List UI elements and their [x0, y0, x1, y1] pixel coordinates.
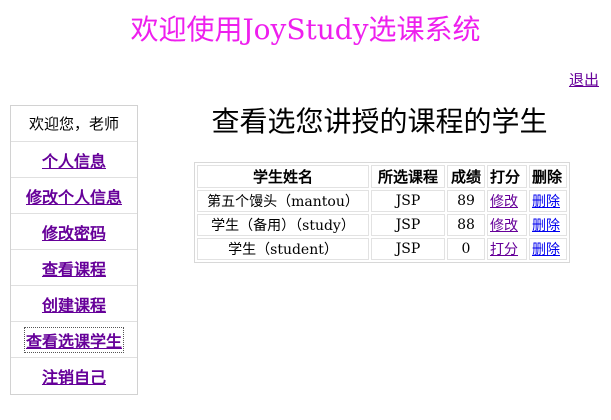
student-course: JSP [371, 214, 445, 236]
table-header-row: 学生姓名 所选课程 成绩 打分 删除 [197, 165, 567, 188]
sidebar-item-deregister: 注销自己 [11, 358, 137, 394]
sidebar: 欢迎您，老师 个人信息 修改个人信息 修改密码 查看课程 创建课程 查看选课学生… [10, 105, 138, 395]
column-header-name: 学生姓名 [197, 165, 369, 188]
sidebar-item-profile: 个人信息 [11, 142, 137, 178]
sidebar-item-edit-profile: 修改个人信息 [11, 178, 137, 214]
sidebar-item-change-password: 修改密码 [11, 214, 137, 250]
delete-cell: 删除 [529, 190, 567, 212]
sidebar-item-create-course: 创建课程 [11, 286, 137, 322]
sidebar-link-change-password[interactable]: 修改密码 [42, 220, 106, 244]
delete-cell: 删除 [529, 214, 567, 236]
column-header-score: 成绩 [447, 165, 485, 188]
student-name: 第五个馒头（mantou） [197, 190, 369, 212]
welcome-text: 欢迎您，老师 [28, 115, 119, 133]
table-row: 学生（student） JSP 0 打分 删除 [197, 238, 567, 260]
grade-cell: 修改 [487, 214, 527, 236]
student-score: 0 [447, 238, 485, 260]
sidebar-link-view-students[interactable]: 查看选课学生 [23, 326, 124, 353]
student-score: 88 [447, 214, 485, 236]
sidebar-welcome: 欢迎您，老师 [11, 106, 137, 142]
logout-link[interactable]: 退出 [569, 70, 599, 90]
column-header-delete: 删除 [529, 165, 567, 188]
student-name: 学生（备用）（study） [197, 214, 369, 236]
sidebar-link-view-courses[interactable]: 查看课程 [42, 256, 106, 280]
sidebar-link-profile[interactable]: 个人信息 [42, 148, 106, 172]
student-course: JSP [371, 238, 445, 260]
sidebar-link-deregister[interactable]: 注销自己 [42, 364, 106, 388]
page-title: 查看选您讲授的课程的学生 [211, 105, 548, 138]
grade-link[interactable]: 修改 [490, 194, 518, 210]
sidebar-link-edit-profile[interactable]: 修改个人信息 [26, 184, 122, 208]
sidebar-link-create-course[interactable]: 创建课程 [42, 292, 106, 316]
grade-link[interactable]: 修改 [490, 218, 518, 234]
student-name: 学生（student） [197, 238, 369, 260]
students-table: 学生姓名 所选课程 成绩 打分 删除 第五个馒头（mantou） JSP 89 … [194, 162, 570, 263]
student-course: JSP [371, 190, 445, 212]
site-title: 欢迎使用JoyStudy选课系统 [130, 13, 481, 46]
grade-cell: 修改 [487, 190, 527, 212]
student-score: 89 [447, 190, 485, 212]
table-row: 学生（备用）（study） JSP 88 修改 删除 [197, 214, 567, 236]
column-header-course: 所选课程 [371, 165, 445, 188]
delete-cell: 删除 [529, 238, 567, 260]
grade-cell: 打分 [487, 238, 527, 260]
delete-link[interactable]: 删除 [532, 218, 560, 234]
sidebar-item-view-students: 查看选课学生 [11, 322, 137, 358]
sidebar-item-view-courses: 查看课程 [11, 250, 137, 286]
delete-link[interactable]: 删除 [532, 194, 560, 210]
grade-link[interactable]: 打分 [490, 242, 518, 258]
delete-link[interactable]: 删除 [532, 242, 560, 258]
column-header-grade: 打分 [487, 165, 527, 188]
table-row: 第五个馒头（mantou） JSP 89 修改 删除 [197, 190, 567, 212]
